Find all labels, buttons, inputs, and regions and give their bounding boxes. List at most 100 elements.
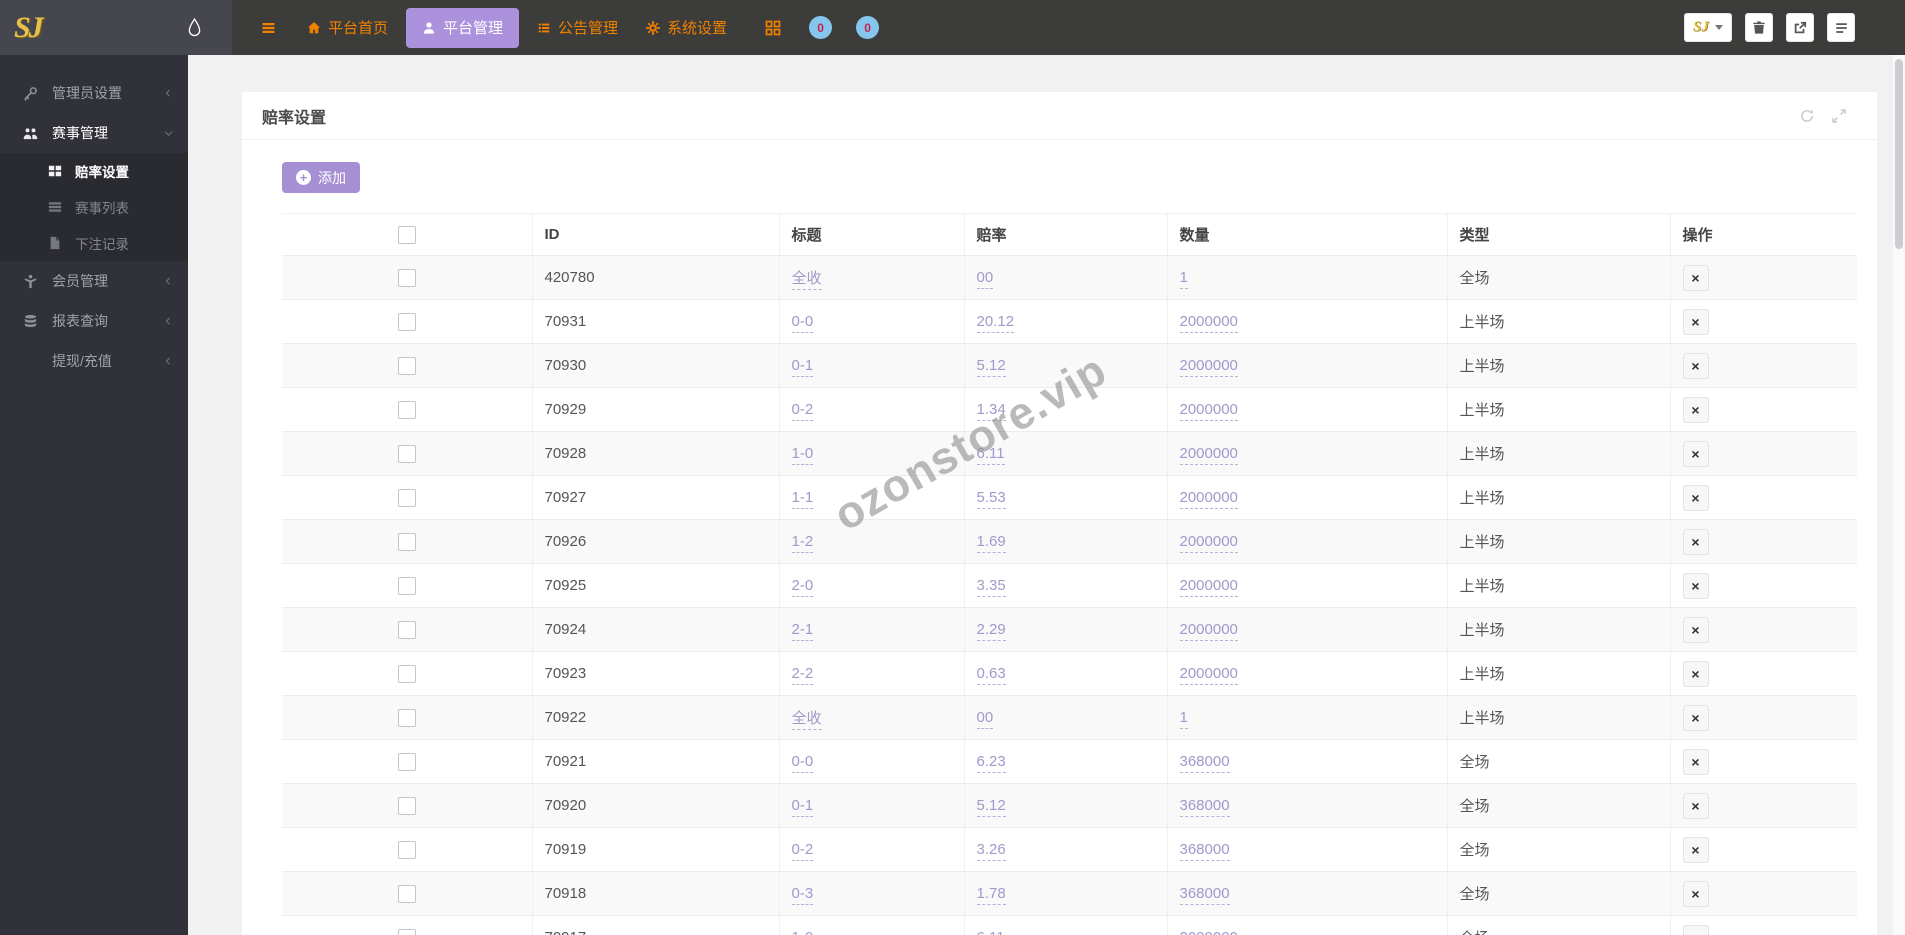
row-checkbox[interactable] (397, 532, 416, 551)
row-amount-link[interactable]: 2000000 (1179, 445, 1238, 465)
row-title-link[interactable]: 0-1 (791, 797, 814, 817)
row-odds-link[interactable]: 1.78 (976, 885, 1006, 905)
row-odds-link[interactable]: 5.53 (976, 489, 1006, 509)
row-title-link[interactable]: 0-1 (791, 357, 814, 377)
row-odds-link[interactable]: 00 (976, 709, 994, 729)
row-odds-link[interactable]: 5.12 (976, 357, 1006, 377)
row-odds-link[interactable]: 00 (976, 269, 994, 289)
add-button[interactable]: + 添加 (282, 162, 360, 193)
row-amount-link[interactable]: 2000000 (1179, 313, 1238, 333)
row-title-link[interactable]: 2-2 (791, 665, 814, 685)
expand-icon[interactable] (1831, 108, 1847, 124)
row-delete-button[interactable]: × (1682, 792, 1709, 819)
row-checkbox[interactable] (397, 708, 416, 727)
row-amount-link[interactable]: 2000000 (1179, 401, 1238, 421)
row-odds-link[interactable]: 5.12 (976, 797, 1006, 817)
apps-grid-icon[interactable] (765, 20, 781, 36)
row-amount-link[interactable]: 2000000 (1179, 533, 1238, 553)
row-delete-button[interactable]: × (1682, 528, 1709, 555)
nav-item-1[interactable]: 平台首页 (297, 8, 398, 48)
sidebar-subitem-2[interactable]: 赛事列表 (0, 189, 188, 225)
row-odds-link[interactable]: 1.34 (976, 401, 1006, 421)
row-amount-link[interactable]: 2000000 (1179, 577, 1238, 597)
row-amount-link[interactable]: 2000000 (1179, 357, 1238, 377)
menu-toggle-icon[interactable] (254, 14, 283, 42)
row-amount-link[interactable]: 2000000 (1179, 665, 1238, 685)
row-title-link[interactable]: 2-0 (791, 577, 814, 597)
row-checkbox[interactable] (397, 664, 416, 683)
row-amount-link[interactable]: 368000 (1179, 797, 1230, 817)
row-title-link[interactable]: 0-2 (791, 401, 814, 421)
row-amount-link[interactable]: 2000000 (1179, 621, 1238, 641)
row-odds-link[interactable]: 6.23 (976, 753, 1006, 773)
sidebar-subitem-3[interactable]: 下注记录 (0, 225, 188, 261)
row-checkbox[interactable] (397, 840, 416, 859)
row-checkbox[interactable] (397, 752, 416, 771)
row-delete-button[interactable]: × (1682, 308, 1709, 335)
refresh-icon[interactable] (1799, 108, 1815, 124)
row-delete-button[interactable]: × (1682, 748, 1709, 775)
row-delete-button[interactable]: × (1682, 704, 1709, 731)
row-delete-button[interactable]: × (1682, 396, 1709, 423)
trash-button[interactable] (1745, 13, 1773, 42)
row-odds-link[interactable]: 3.35 (976, 577, 1006, 597)
row-amount-link[interactable]: 2000000 (1179, 489, 1238, 509)
select-all-checkbox[interactable] (397, 225, 416, 244)
row-amount-link[interactable]: 2000000 (1179, 929, 1238, 935)
count-badge-1[interactable]: 0 (809, 16, 833, 39)
row-delete-button[interactable]: × (1682, 264, 1709, 291)
row-checkbox[interactable] (397, 796, 416, 815)
row-title-link[interactable]: 1-2 (791, 533, 814, 553)
row-amount-link[interactable]: 368000 (1179, 753, 1230, 773)
row-odds-link[interactable]: 6.11 (976, 445, 1005, 465)
user-menu-button[interactable]: SJ (1684, 13, 1732, 42)
sidebar-item-4[interactable]: 报表查询 (0, 301, 188, 341)
menu-list-button[interactable] (1827, 13, 1855, 42)
row-checkbox[interactable] (397, 268, 416, 287)
row-amount-link[interactable]: 368000 (1179, 841, 1230, 861)
row-odds-link[interactable]: 3.26 (976, 841, 1006, 861)
scrollbar-thumb[interactable] (1895, 59, 1903, 249)
row-checkbox[interactable] (397, 928, 416, 935)
row-title-link[interactable]: 0-2 (791, 841, 814, 861)
row-title-link[interactable]: 1-0 (791, 445, 814, 465)
row-delete-button[interactable]: × (1682, 352, 1709, 379)
row-delete-button[interactable]: × (1682, 924, 1709, 935)
nav-item-2[interactable]: 平台管理 (406, 7, 520, 48)
row-checkbox[interactable] (397, 400, 416, 419)
row-delete-button[interactable]: × (1682, 572, 1709, 599)
sidebar-item-1[interactable]: 管理员设置 (0, 73, 188, 113)
row-amount-link[interactable]: 368000 (1179, 885, 1230, 905)
row-title-link[interactable]: 0-0 (791, 753, 814, 773)
external-link-button[interactable] (1786, 13, 1814, 42)
row-delete-button[interactable]: × (1682, 660, 1709, 687)
row-odds-link[interactable]: 0.63 (976, 665, 1006, 685)
count-badge-2[interactable]: 0 (856, 16, 880, 39)
row-odds-link[interactable]: 20.12 (976, 313, 1015, 333)
sidebar-item-2[interactable]: 赛事管理 (0, 113, 188, 153)
row-delete-button[interactable]: × (1682, 880, 1709, 907)
row-checkbox[interactable] (397, 884, 416, 903)
row-title-link[interactable]: 0-0 (791, 313, 814, 333)
sidebar-item-3[interactable]: 会员管理 (0, 261, 188, 301)
row-title-link[interactable]: 1-0 (791, 929, 814, 935)
row-checkbox[interactable] (397, 620, 416, 639)
page-scrollbar[interactable] (1893, 55, 1905, 935)
row-title-link[interactable]: 0-3 (791, 885, 814, 905)
nav-item-3[interactable]: 公告管理 (527, 8, 628, 48)
nav-item-4[interactable]: 系统设置 (636, 8, 737, 48)
row-delete-button[interactable]: × (1682, 836, 1709, 863)
row-title-link[interactable]: 全收 (791, 270, 822, 290)
row-amount-link[interactable]: 1 (1179, 709, 1188, 729)
row-delete-button[interactable]: × (1682, 440, 1709, 467)
sidebar-item-5[interactable]: 提现/充值 (0, 341, 188, 381)
row-checkbox[interactable] (397, 356, 416, 375)
row-title-link[interactable]: 全收 (791, 710, 822, 730)
row-checkbox[interactable] (397, 312, 416, 331)
row-amount-link[interactable]: 1 (1179, 269, 1188, 289)
row-odds-link[interactable]: 6.11 (976, 929, 1005, 935)
row-checkbox[interactable] (397, 488, 416, 507)
water-drop-icon[interactable] (187, 17, 202, 38)
row-title-link[interactable]: 2-1 (791, 621, 814, 641)
sidebar-subitem-1[interactable]: 赔率设置 (0, 153, 188, 189)
